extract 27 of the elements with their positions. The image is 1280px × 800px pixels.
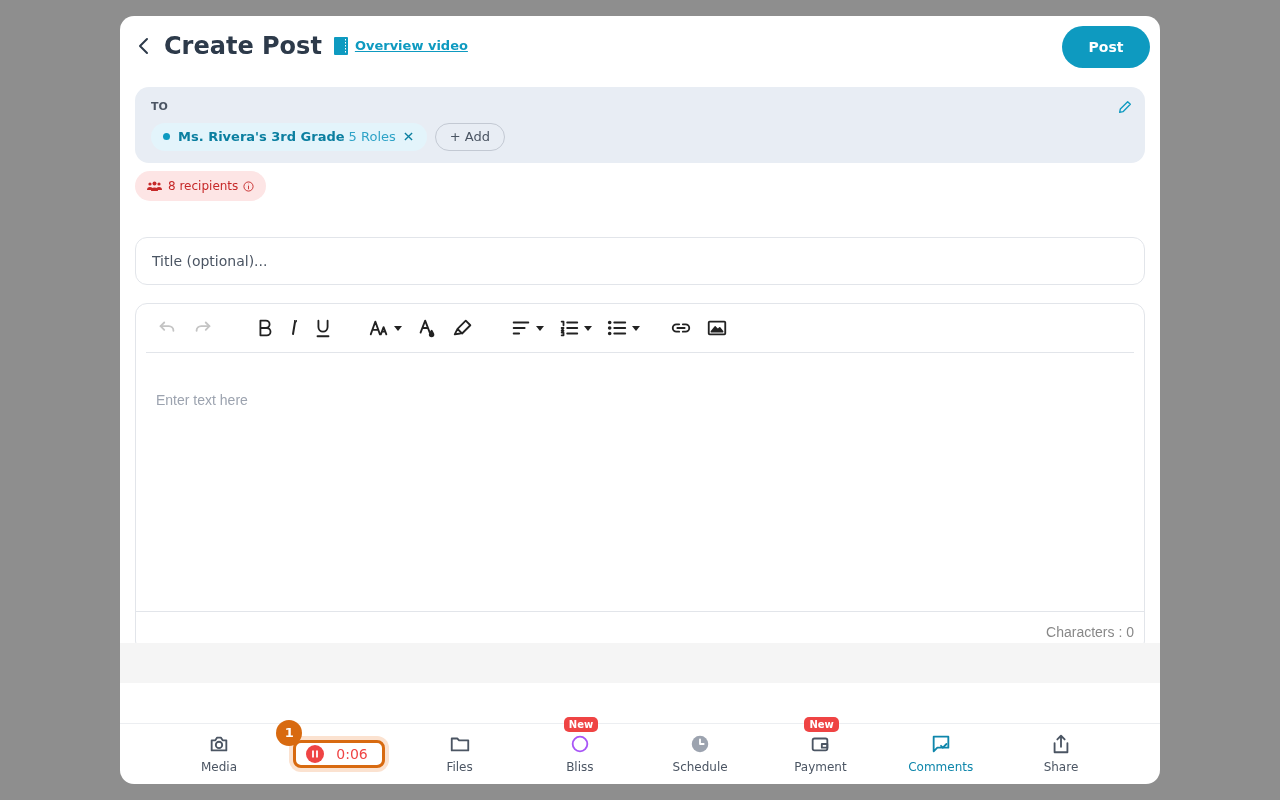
recording-time: 0:06 — [336, 744, 368, 764]
payment-tab[interactable]: Payment — [770, 732, 871, 776]
new-badge: New — [804, 716, 839, 732]
character-count: Characters : 0 — [1046, 622, 1134, 642]
bliss-tab[interactable]: Bliss — [529, 732, 630, 776]
share-tab[interactable]: Share — [1010, 732, 1111, 776]
new-badge: New — [563, 716, 599, 732]
recipient-chip[interactable]: Ms. Rivera's 3rd Grade 5 Roles — [151, 122, 427, 151]
info-icon — [243, 180, 255, 192]
italic-icon — [290, 320, 298, 336]
step-badge: 1 — [276, 720, 303, 746]
to-label: TO — [151, 99, 168, 115]
files-tab[interactable]: Files — [409, 732, 510, 776]
recipients-badge[interactable]: 8 recipients — [135, 171, 267, 201]
media-tab[interactable]: Media — [169, 732, 269, 776]
people-icon — [147, 181, 162, 191]
title-field[interactable]: Title (optional)... — [135, 237, 1145, 285]
roles-count: 5 Roles — [348, 127, 396, 146]
comments-tab[interactable]: Comments — [890, 732, 991, 776]
schedule-tab[interactable]: Schedule — [650, 732, 751, 776]
edit-button[interactable] — [1117, 99, 1133, 115]
group-name: Ms. Rivera's 3rd Grade — [178, 127, 345, 146]
dialog-title: Create Post — [164, 31, 322, 62]
pause-icon[interactable] — [306, 745, 325, 763]
remove-icon[interactable] — [403, 132, 413, 141]
recipients-count: 8 recipients — [168, 178, 239, 195]
film-icon — [333, 37, 348, 55]
